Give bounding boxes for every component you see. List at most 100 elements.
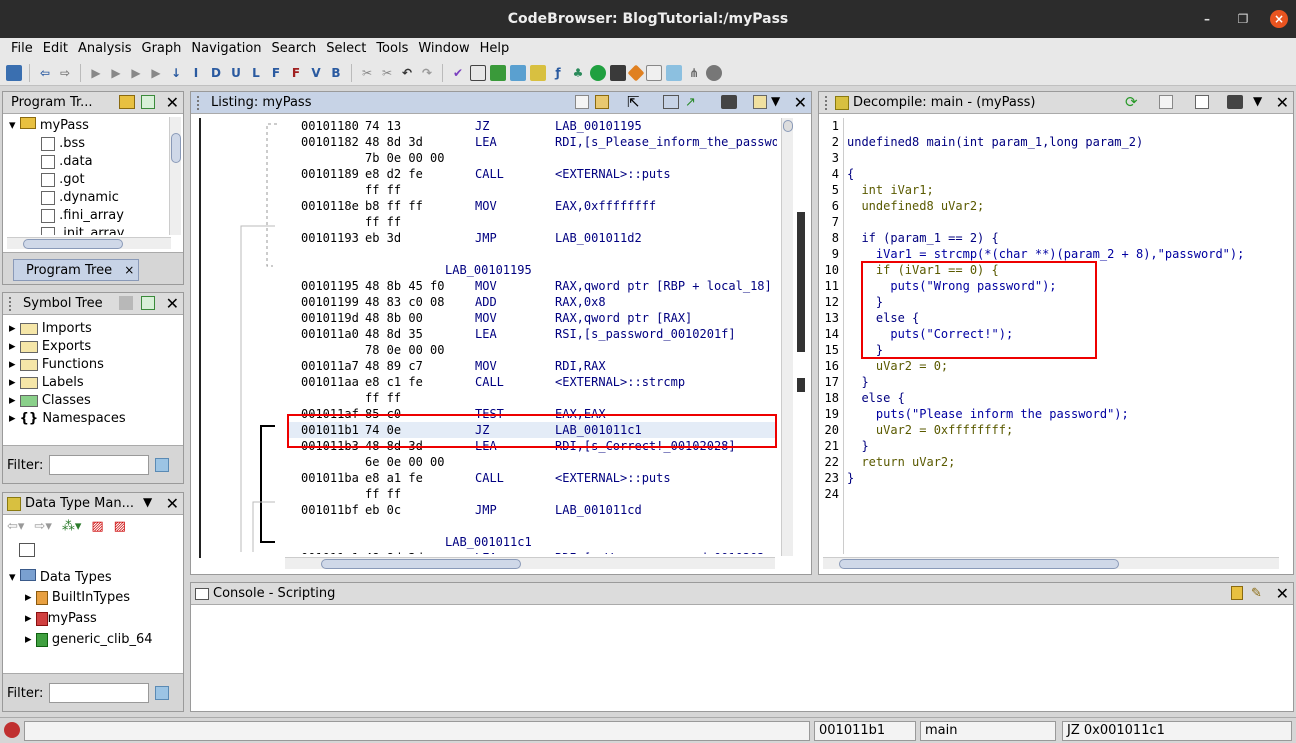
undo-icon[interactable]: ↶	[399, 65, 415, 81]
listing-content[interactable]: 00101180 74 13 JZ LAB_00101195 00101182 48 8d…	[287, 118, 777, 554]
symbol-node-exports[interactable]: ▸ Exports	[9, 338, 126, 356]
listing-row[interactable]: 78 0e 00 00	[287, 342, 777, 358]
next-bookmark-icon[interactable]: F	[288, 65, 304, 81]
listing-row[interactable]: 001011aa e8 c1 fe CALL <EXTERNAL>::strcmp	[287, 374, 777, 390]
program-tree-vscroll[interactable]	[169, 117, 181, 235]
listing-row[interactable]: 00101180 74 13 JZ LAB_00101195	[287, 118, 777, 134]
call-tree-icon[interactable]: ♣	[570, 65, 586, 81]
refresh-icon[interactable]: ⟳	[1125, 93, 1138, 111]
collapse-all-icon[interactable]	[19, 543, 35, 557]
filter-arrays-icon[interactable]: ▨	[114, 519, 126, 534]
listing-row[interactable]: ff ff	[287, 486, 777, 502]
navigate-icon[interactable]	[141, 95, 155, 109]
diff-icon[interactable]: ↗	[685, 95, 699, 110]
nav-data-icon[interactable]: ▶	[128, 65, 144, 81]
listing-row[interactable]: ff ff	[287, 182, 777, 198]
decompile-hscroll[interactable]	[823, 557, 1279, 569]
tree-item[interactable]: .fini_array	[9, 207, 124, 225]
menu-navigation[interactable]: Navigation	[186, 38, 266, 60]
minimize-icon[interactable]: –	[1198, 10, 1216, 28]
decompile-content[interactable]: 1 2 undefined8 main(int param_1,long param…	[823, 118, 1279, 554]
terminal-icon[interactable]	[610, 64, 626, 81]
symbol-node-labels[interactable]: ▸ Labels	[9, 374, 126, 392]
next-instruction-icon[interactable]: I	[188, 65, 204, 81]
next-data-icon[interactable]: D	[208, 65, 224, 81]
close-icon[interactable]: ×	[1270, 10, 1288, 28]
console-output[interactable]	[193, 607, 1291, 709]
listing-row[interactable]: 00101193 eb 3d JMP LAB_001011d2	[287, 230, 777, 246]
menu-dropdown-icon[interactable]: ▼	[1253, 94, 1262, 108]
listing-vscroll[interactable]	[781, 118, 793, 556]
listing-row[interactable]: ff ff	[287, 390, 777, 406]
tree-item[interactable]: .dynamic	[9, 189, 124, 207]
listing-row[interactable]: 0010119d 48 8b 00 MOV RAX,qword ptr [RAX]	[287, 310, 777, 326]
menu-tools[interactable]: Tools	[371, 38, 413, 60]
dt-root[interactable]: ▾ Data Types	[9, 569, 153, 587]
redo-icon[interactable]: ↷	[419, 65, 435, 81]
memory-map-icon[interactable]	[510, 64, 526, 81]
diamond-icon[interactable]	[627, 64, 645, 81]
snapshot-icon[interactable]	[721, 95, 737, 109]
menu-search[interactable]: Search	[267, 38, 322, 60]
symbol-node-imports[interactable]: ▸ Imports	[9, 320, 126, 338]
nav-next-icon[interactable]: ▶	[108, 65, 124, 81]
merge-icon[interactable]: ✂	[359, 65, 375, 81]
drag-handle-icon[interactable]	[825, 95, 835, 110]
menu-graph[interactable]: Graph	[137, 38, 187, 60]
next-function-icon[interactable]: F	[268, 65, 284, 81]
symbol-filter-input[interactable]	[49, 455, 150, 475]
table-icon[interactable]	[646, 64, 662, 81]
panel-close-icon[interactable]: ✕	[1276, 584, 1289, 603]
snapshot-icon[interactable]	[706, 64, 722, 81]
paste-icon[interactable]: ✂	[379, 65, 395, 81]
scroll-thumb[interactable]	[23, 239, 123, 249]
symbol-node-namespaces[interactable]: ▸ {} Namespaces	[9, 410, 126, 428]
panel-close-icon[interactable]: ✕	[1276, 93, 1289, 112]
menu-analysis[interactable]: Analysis	[73, 38, 137, 60]
drag-handle-icon[interactable]	[9, 296, 19, 311]
tab-program-tree[interactable]: Program Tree ×	[13, 259, 139, 281]
scroll-up-icon[interactable]	[783, 120, 793, 132]
data-type-icon[interactable]	[530, 64, 546, 81]
dt-item[interactable]: ▸ BuiltInTypes	[9, 587, 153, 608]
options-icon[interactable]	[753, 95, 767, 109]
forward-icon[interactable]: ⇨	[57, 65, 73, 81]
check-icon[interactable]: ✔	[450, 65, 466, 81]
refresh-icon[interactable]	[490, 64, 506, 81]
menu-dropdown-icon[interactable]: ▼	[771, 94, 780, 108]
listing-row[interactable]	[287, 518, 777, 534]
menu-dropdown-icon[interactable]: ▼	[143, 495, 152, 509]
menu-edit[interactable]: Edit	[38, 38, 73, 60]
listing-row[interactable]: ff ff	[287, 214, 777, 230]
copy-icon[interactable]	[1159, 95, 1173, 109]
next-value-icon[interactable]: V	[308, 65, 324, 81]
copy-icon[interactable]	[575, 95, 589, 109]
listing-row[interactable]: 00101182 48 8d 3d LEA RDI,[s_Please_inform_…	[287, 134, 777, 150]
menu-help[interactable]: Help	[475, 38, 515, 60]
panel-close-icon[interactable]: ✕	[166, 294, 179, 313]
scroll-thumb[interactable]	[839, 559, 1119, 569]
dt-item[interactable]: ▸ generic_clib_64	[9, 629, 153, 650]
menu-file[interactable]: File	[6, 38, 38, 60]
listing-row[interactable]: 001011a7 48 89 c7 MOV RDI,RAX	[287, 358, 777, 374]
nav-prev-icon[interactable]: ▶	[88, 65, 104, 81]
field-layout-icon[interactable]	[663, 95, 679, 109]
next-undefined-icon[interactable]: U	[228, 65, 244, 81]
snapshot-icon[interactable]	[1227, 95, 1243, 109]
back-icon[interactable]: ⇦	[37, 65, 53, 81]
forward-icon[interactable]: ⇨▾	[34, 519, 51, 534]
filter-options-icon[interactable]	[155, 458, 170, 472]
edit-icon[interactable]	[1195, 95, 1209, 109]
listing-row[interactable]: 001011bf eb 0c JMP LAB_001011cd	[287, 502, 777, 518]
paste-icon[interactable]	[595, 95, 609, 109]
panel-close-icon[interactable]: ✕	[166, 494, 179, 513]
maximize-icon[interactable]: ❐	[1234, 10, 1252, 28]
listing-row[interactable]: 0010118e b8 ff ff MOV EAX,0xffffffff	[287, 198, 777, 214]
navigate-icon[interactable]	[141, 296, 155, 310]
tree-item[interactable]: .init_array	[9, 225, 124, 235]
function-graph-icon[interactable]: ƒ	[550, 65, 566, 81]
run-icon[interactable]	[590, 64, 606, 81]
dt-item[interactable]: ▸ myPass	[9, 608, 153, 629]
tab-close-icon[interactable]: ×	[124, 263, 134, 277]
tree-item[interactable]: .bss	[9, 135, 124, 153]
